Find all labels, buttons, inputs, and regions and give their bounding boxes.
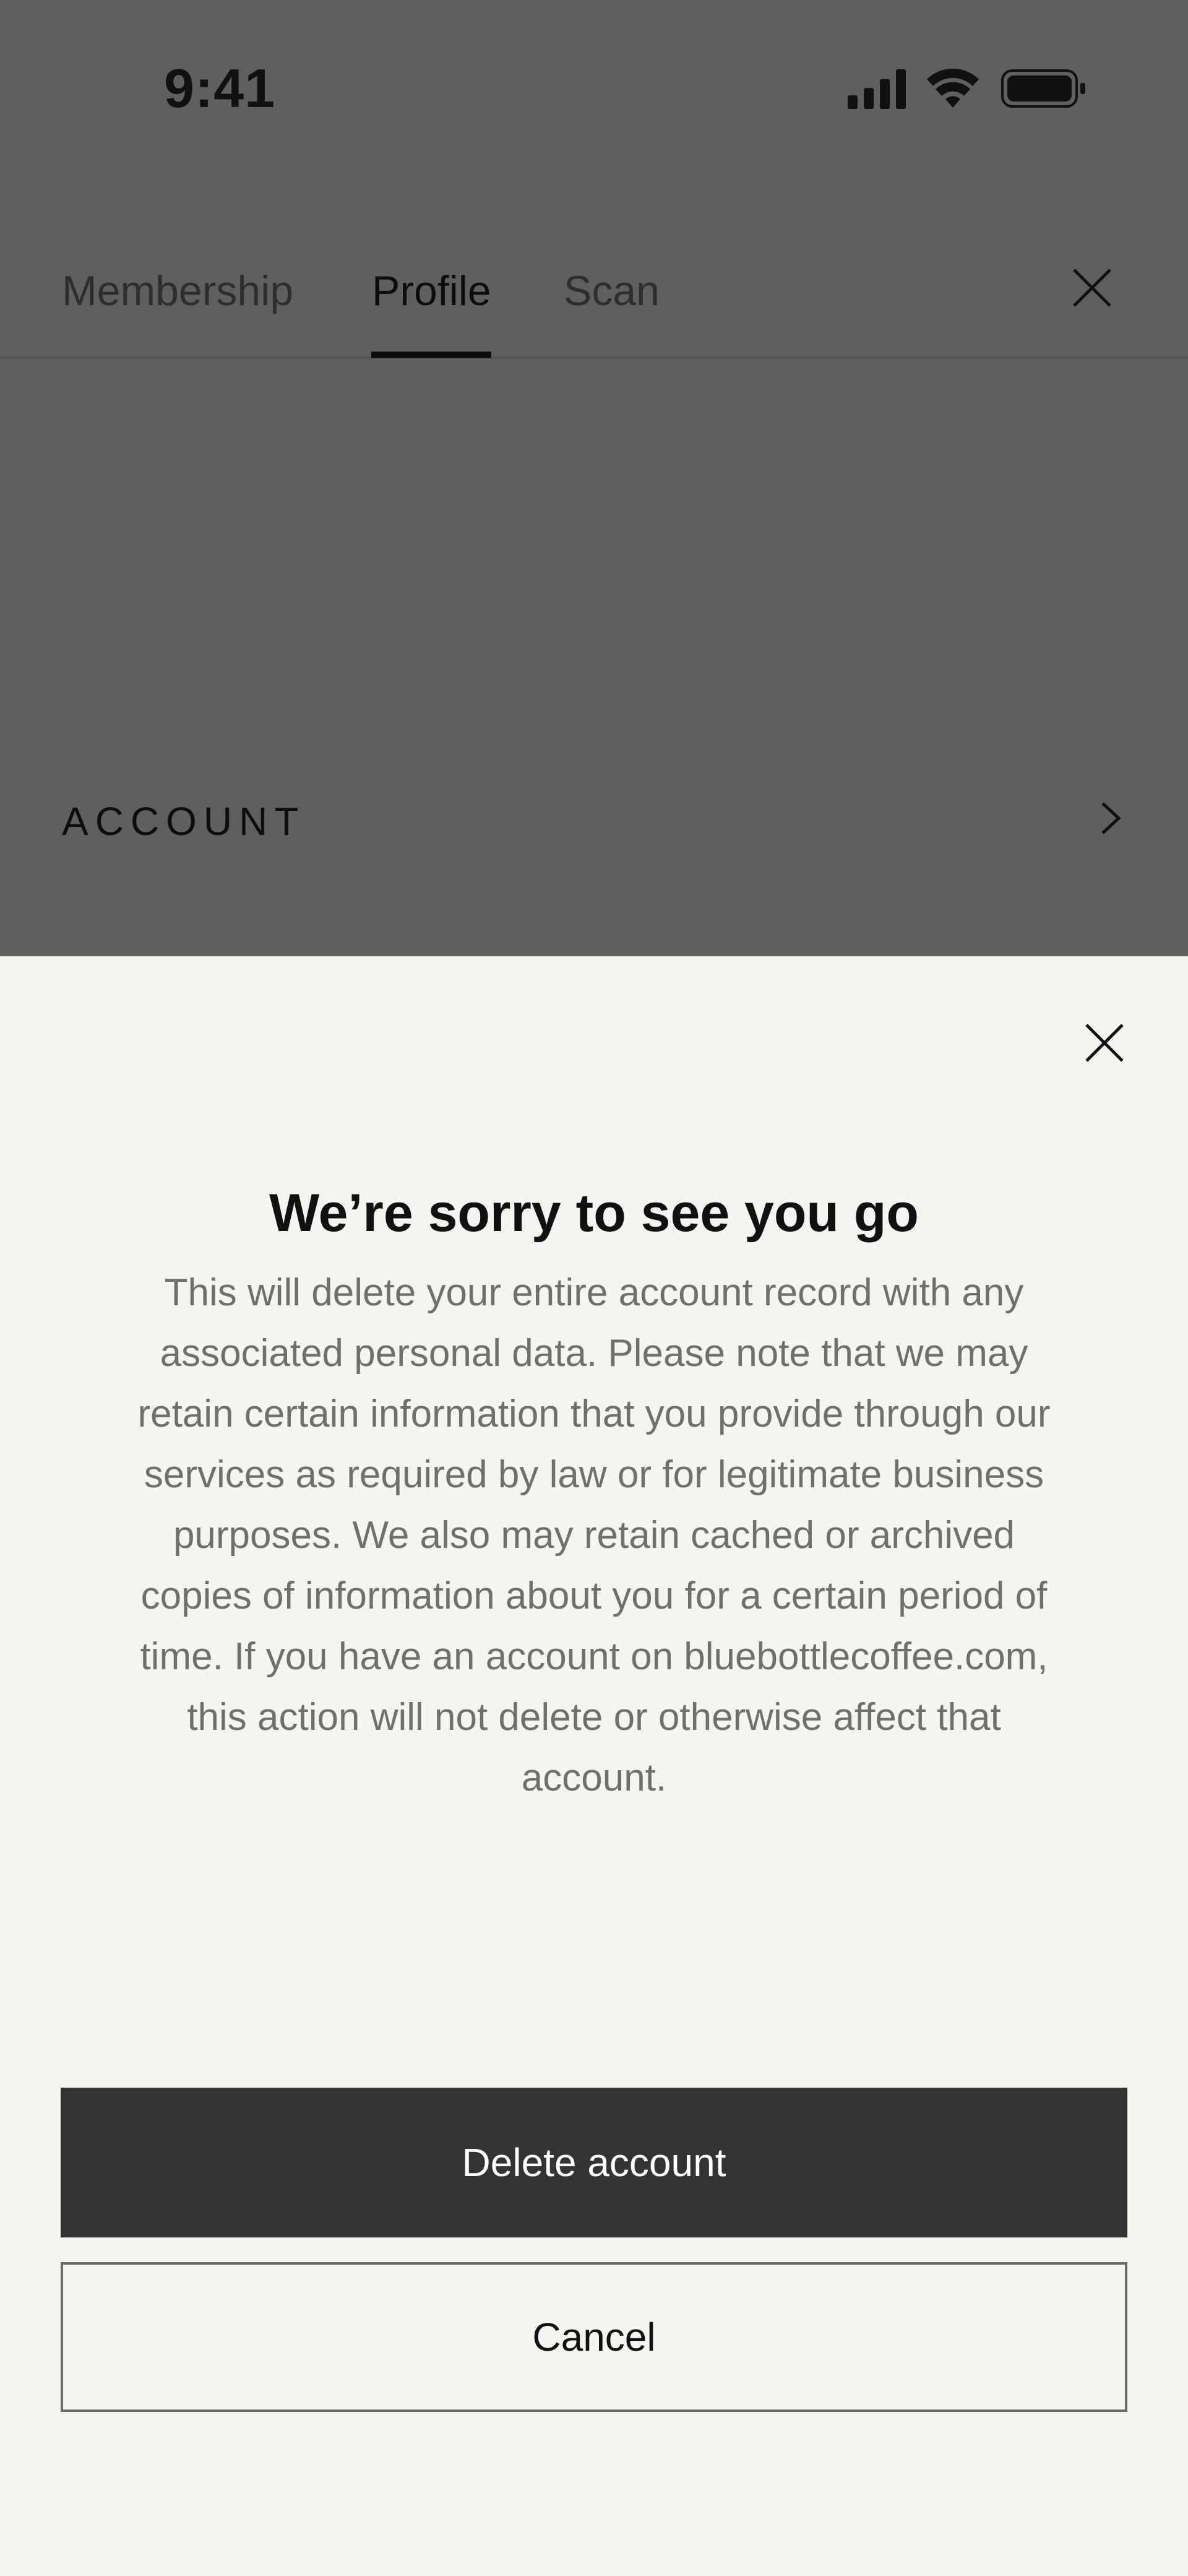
chevron-right-icon bbox=[1101, 802, 1121, 834]
sheet-body-text: This will delete your entire account rec… bbox=[137, 1271, 1051, 1799]
account-label: ACCOUNT bbox=[62, 799, 306, 844]
wifi-icon bbox=[927, 68, 979, 108]
dimmed-background[interactable]: 9:41 Membership Profile Scan ACCOUNT bbox=[0, 0, 1188, 956]
signal-icon bbox=[848, 69, 906, 109]
close-icon bbox=[1085, 1024, 1124, 1062]
cancel-button[interactable]: Cancel bbox=[61, 2262, 1127, 2412]
active-tab-indicator bbox=[371, 352, 491, 358]
close-button[interactable] bbox=[1070, 266, 1114, 309]
app-screen: 9:41 Membership Profile Scan ACCOUNT We’… bbox=[0, 0, 1188, 2576]
delete-account-button[interactable]: Delete account bbox=[61, 2088, 1127, 2237]
tab-scan[interactable]: Scan bbox=[564, 266, 660, 316]
tab-membership[interactable]: Membership bbox=[62, 266, 293, 316]
delete-account-sheet: We’re sorry to see you go This will dele… bbox=[0, 956, 1188, 2576]
status-icons bbox=[848, 67, 1089, 110]
status-bar: 9:41 bbox=[0, 0, 1188, 179]
tab-profile[interactable]: Profile bbox=[372, 266, 491, 316]
status-icons-group bbox=[848, 68, 1085, 109]
status-time: 9:41 bbox=[164, 58, 276, 119]
profile-tabs: Membership Profile Scan bbox=[0, 241, 1188, 359]
account-row[interactable]: ACCOUNT bbox=[62, 786, 1126, 848]
battery-icon bbox=[1001, 69, 1085, 108]
close-icon bbox=[1073, 269, 1111, 307]
sheet-close-button[interactable] bbox=[1083, 1021, 1126, 1065]
sheet-title: We’re sorry to see you go bbox=[269, 1183, 919, 1243]
